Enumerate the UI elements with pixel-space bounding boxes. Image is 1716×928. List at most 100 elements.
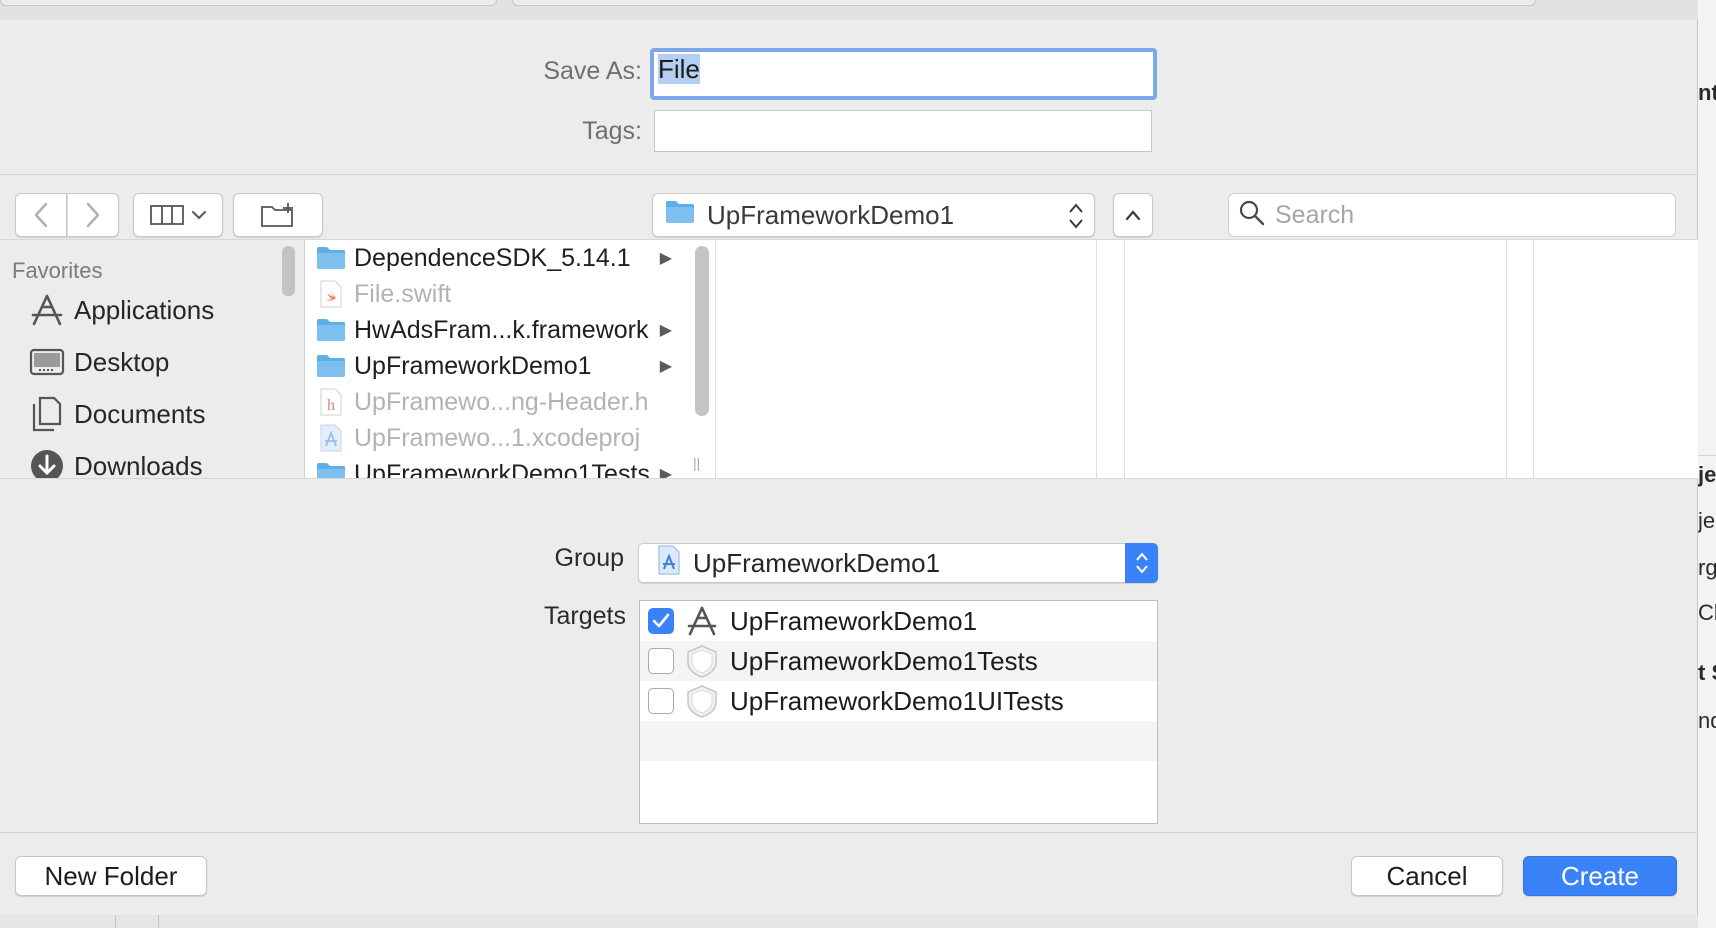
- search-field[interactable]: Search: [1228, 193, 1676, 237]
- sidebar: Favorites Applications Desktop Documents: [0, 240, 305, 479]
- swift-file-icon: [316, 279, 346, 309]
- save-as-field[interactable]: File: [650, 48, 1157, 100]
- sidebar-item-label: Desktop: [74, 346, 170, 377]
- location-label: UpFrameworkDemo1: [707, 199, 955, 230]
- target-row[interactable]: UpFrameworkDemo1UITests: [640, 681, 1157, 721]
- file-name: UpFrameworkDemo1: [354, 351, 592, 380]
- location-popup[interactable]: UpFrameworkDemo1: [652, 193, 1095, 237]
- background-text: rg: [1698, 555, 1716, 580]
- target-row[interactable]: UpFrameworkDemo1Tests: [640, 641, 1157, 681]
- file-browser: Favorites Applications Desktop Documents: [0, 239, 1698, 479]
- tags-field[interactable]: [654, 110, 1152, 152]
- chevron-down-icon: [192, 210, 206, 220]
- new-folder-button[interactable]: New Folder: [15, 856, 207, 896]
- create-button[interactable]: Create: [1523, 856, 1677, 896]
- chevron-right-icon: [85, 202, 101, 228]
- background-text: nti: [1698, 80, 1716, 105]
- folder-icon: [316, 351, 346, 381]
- sidebar-item-downloads[interactable]: Downloads: [28, 446, 203, 479]
- save-as-label: Save As:: [543, 57, 642, 85]
- list-item[interactable]: UpFramewo...1.xcodeproj: [316, 420, 666, 456]
- background-divider: [158, 915, 159, 928]
- background-divider: [1698, 455, 1716, 456]
- new-folder-icon: [260, 202, 296, 228]
- list-item[interactable]: h UpFramewo...ng-Header.h: [316, 384, 666, 420]
- background-text: nde: [1698, 708, 1716, 733]
- sidebar-item-label: Applications: [74, 294, 215, 325]
- background-tab: [0, 0, 497, 6]
- forward-button[interactable]: [67, 193, 119, 237]
- column-scrollbar[interactable]: [695, 246, 709, 416]
- up-down-arrows-icon: [1068, 202, 1084, 237]
- sidebar-section-favorites: Favorites: [12, 258, 103, 283]
- header-divider: [0, 174, 1698, 175]
- column-separator: [1124, 240, 1125, 478]
- background-text: jec: [1698, 508, 1716, 533]
- background-tab: [512, 0, 1536, 6]
- list-item[interactable]: UpFrameworkDemo1Tests ▶: [316, 456, 672, 479]
- list-item[interactable]: DependenceSDK_5.14.1 ▶: [316, 240, 672, 276]
- chevron-left-icon: [33, 202, 49, 228]
- column-resize-handle[interactable]: ||: [693, 455, 700, 471]
- sidebar-item-documents[interactable]: Documents: [28, 394, 206, 434]
- folder-icon: [316, 459, 346, 478]
- column-separator: [1096, 240, 1097, 478]
- folder-icon: [316, 243, 346, 273]
- tags-label: Tags:: [582, 117, 642, 145]
- sidebar-item-label: Downloads: [74, 450, 203, 479]
- background-window-bottom: [0, 915, 1698, 928]
- disclosure-arrow-icon: ▶: [659, 322, 672, 339]
- sidebar-item-desktop[interactable]: Desktop: [28, 342, 169, 382]
- disclosure-arrow-icon: ▶: [659, 466, 672, 479]
- target-checkbox[interactable]: [648, 648, 674, 674]
- list-item[interactable]: File.swift: [316, 276, 666, 312]
- list-item[interactable]: UpFrameworkDemo1 ▶: [316, 348, 672, 384]
- disclosure-arrow-icon: ▶: [659, 250, 672, 267]
- cancel-button[interactable]: Cancel: [1351, 856, 1503, 896]
- file-name: UpFramewo...ng-Header.h: [354, 387, 649, 416]
- search-icon: [1239, 200, 1265, 231]
- sidebar-scrollbar[interactable]: [282, 246, 295, 296]
- project-group-icon: [657, 545, 681, 582]
- toggle-expand-button[interactable]: [1113, 193, 1153, 237]
- chevron-up-icon: [1125, 209, 1141, 221]
- test-target-icon: [684, 643, 720, 679]
- xcodeproj-icon: [316, 423, 346, 453]
- target-name: UpFrameworkDemo1Tests: [730, 645, 1038, 676]
- search-placeholder: Search: [1275, 200, 1355, 229]
- column-separator: [715, 240, 716, 478]
- new-folder-toolbar-button[interactable]: [233, 193, 323, 237]
- applications-icon: [28, 291, 66, 329]
- target-checkbox[interactable]: [648, 688, 674, 714]
- file-name: UpFrameworkDemo1Tests: [354, 459, 650, 479]
- target-row[interactable]: UpFrameworkDemo1: [640, 601, 1157, 641]
- background-text: jec: [1698, 462, 1716, 487]
- group-popup[interactable]: UpFrameworkDemo1: [638, 543, 1158, 583]
- file-name: DependenceSDK_5.14.1: [354, 243, 631, 272]
- downloads-icon: [28, 447, 66, 478]
- background-inspector-fragment: nti jec jec rg Cla t S nde: [1698, 0, 1716, 928]
- group-label: Group: [554, 544, 624, 572]
- view-mode-button[interactable]: [133, 193, 223, 237]
- group-value: UpFrameworkDemo1: [693, 547, 941, 578]
- desktop-icon: [28, 343, 66, 381]
- target-checkbox[interactable]: [648, 608, 674, 634]
- header-file-icon: h: [316, 387, 346, 417]
- sidebar-item-applications[interactable]: Applications: [28, 290, 214, 330]
- folder-icon: [316, 315, 346, 345]
- column-view-icon: [150, 205, 186, 225]
- back-button[interactable]: [15, 193, 67, 237]
- column-separator: [1533, 240, 1534, 478]
- folder-icon: [665, 200, 695, 231]
- column-separator: [1506, 240, 1507, 478]
- save-dialog: Save As: File Tags: UpFrameworkDemo1 Sea…: [0, 20, 1698, 915]
- save-as-value: File: [658, 54, 700, 84]
- file-name: HwAdsFram...k.framework: [354, 315, 649, 344]
- sidebar-item-label: Documents: [74, 398, 206, 429]
- file-name: File.swift: [354, 279, 452, 308]
- target-name: UpFrameworkDemo1UITests: [730, 685, 1064, 716]
- target-name: UpFrameworkDemo1: [730, 605, 978, 636]
- test-target-icon: [684, 683, 720, 719]
- file-name: UpFramewo...1.xcodeproj: [354, 423, 641, 452]
- list-item[interactable]: HwAdsFram...k.framework ▶: [316, 312, 672, 348]
